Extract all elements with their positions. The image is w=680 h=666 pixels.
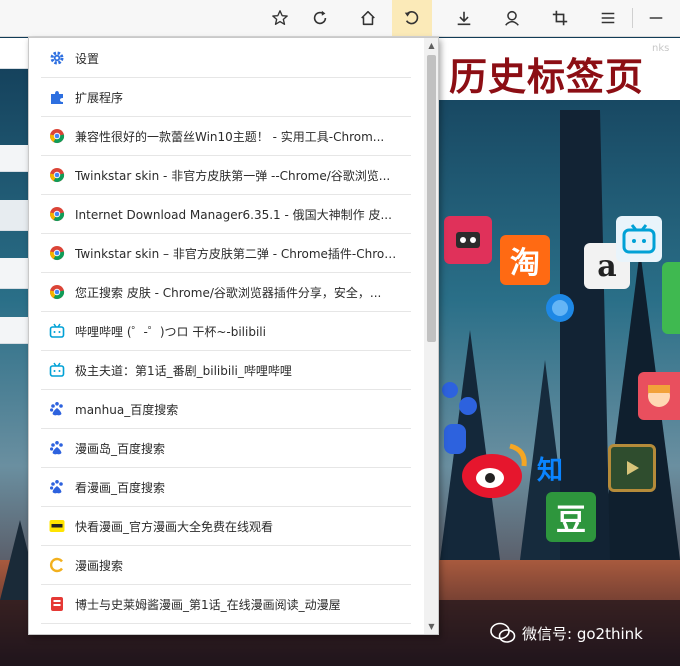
bilibili-app-icon[interactable] <box>616 216 662 262</box>
baidu-icon <box>49 440 65 456</box>
history-item[interactable]: Twinkstar skin - 非官方皮肤第一弹 --Chrome/谷歌浏览.… <box>41 156 411 195</box>
history-item[interactable]: 哔哩哔哩 (゜-゜)つロ 干杯~-bilibili <box>41 312 411 351</box>
chrome-icon <box>49 167 65 183</box>
minimize-icon <box>649 17 663 19</box>
puzzle-icon <box>49 89 65 105</box>
menu-item-settings[interactable]: 设置 <box>41 39 411 78</box>
history-item[interactable]: manhua_百度搜索 <box>41 390 411 429</box>
refresh-button[interactable] <box>300 0 340 36</box>
menu-item-extensions[interactable]: 扩展程序 <box>41 78 411 117</box>
menu-item-label: 设置 <box>75 51 100 66</box>
home-button[interactable] <box>348 0 388 36</box>
history-icon <box>404 11 419 25</box>
zhihu-app-icon[interactable]: 知 <box>530 448 570 488</box>
menu-item-label: 兼容性很好的一款蕾丝Win10主题！ - 实用工具-Chrom... <box>75 129 385 144</box>
account-button[interactable] <box>492 0 532 36</box>
douban-app-icon[interactable]: 豆 <box>546 492 596 542</box>
menu-item-label: 哔哩哔哩 (゜-゜)つロ 干杯~-bilibili <box>75 324 266 339</box>
history-button[interactable] <box>392 0 432 36</box>
chrome-icon <box>49 284 65 300</box>
chrome-icon <box>49 128 65 144</box>
star-button[interactable] <box>260 0 300 36</box>
bilibili-icon <box>49 323 65 339</box>
kuaikan-icon <box>49 518 65 534</box>
faint-text: nks <box>652 43 670 54</box>
crop-button[interactable] <box>540 0 580 36</box>
page-strip <box>0 200 28 231</box>
user-icon <box>505 10 519 26</box>
tmall-app-icon[interactable] <box>444 216 492 264</box>
search-c-icon <box>49 557 65 573</box>
anime-app-icon[interactable] <box>638 372 680 420</box>
download-button[interactable] <box>444 0 484 36</box>
wechat-watermark: 微信号: go2think <box>490 622 643 644</box>
baidu-icon <box>49 479 65 495</box>
wechat-icon <box>490 622 516 643</box>
star-icon <box>272 10 288 25</box>
chrome-icon <box>49 245 65 261</box>
scroll-up-arrow-icon[interactable]: ▲ <box>424 38 438 53</box>
history-item[interactable]: 看漫画_百度搜索 <box>41 468 411 507</box>
menu-item-label: Twinkstar skin - 非官方皮肤第一弹 --Chrome/谷歌浏览.… <box>75 168 391 183</box>
toolbar-separator <box>632 8 633 28</box>
bilibili-icon <box>49 362 65 378</box>
menu-item-label: manhua_百度搜索 <box>75 402 179 417</box>
history-item[interactable]: 您正搜索 皮肤 - Chrome/谷歌浏览器插件分享，安全，... <box>41 273 411 312</box>
page-title: 历史标签页 <box>449 55 645 99</box>
browser-toolbar <box>0 0 680 37</box>
menu-item-label: 漫画搜索 <box>75 558 124 573</box>
weibo-app-icon[interactable] <box>458 436 534 504</box>
baidu-icon <box>49 401 65 417</box>
hamburger-icon <box>601 12 615 24</box>
history-dropdown-menu: 设置 扩展程序 兼容性很好的一款蕾丝Win10主题！ - 实用工具-Chrom.… <box>28 37 439 635</box>
scroll-thumb[interactable] <box>427 55 436 342</box>
page-strip <box>0 258 28 289</box>
chrome-icon <box>49 206 65 222</box>
menu-item-label: 快看漫画_官方漫画大全免费在线观看 <box>75 519 274 534</box>
download-icon <box>457 11 471 26</box>
green-app-icon[interactable] <box>662 262 680 334</box>
menu-item-label: 漫画岛_百度搜索 <box>75 441 166 456</box>
menu-button[interactable] <box>588 0 628 36</box>
taobao-app-icon[interactable]: 淘 <box>500 235 550 285</box>
menu-item-label: 看漫画_百度搜索 <box>75 480 166 495</box>
menu-item-label: 您正搜索 皮肤 - Chrome/谷歌浏览器插件分享，安全，... <box>75 285 382 300</box>
dmzj-icon <box>49 596 65 612</box>
page-strip <box>0 38 28 69</box>
menu-item-label: 极主夫道：第1话_番剧_bilibili_哔哩哔哩 <box>75 363 292 378</box>
page-strip <box>0 145 28 172</box>
crop-icon <box>552 10 568 26</box>
minimize-button[interactable] <box>636 0 676 36</box>
refresh-icon <box>313 10 327 25</box>
history-item[interactable]: 极主夫道：第1话_番剧_bilibili_哔哩哔哩 <box>41 351 411 390</box>
scroll-down-arrow-icon[interactable]: ▼ <box>424 619 438 634</box>
gear-icon <box>49 50 65 66</box>
history-item[interactable]: 漫画岛_百度搜索 <box>41 429 411 468</box>
menu-item-label: Twinkstar skin – 非官方皮肤第二弹 - Chrome插件-Chr… <box>75 246 405 261</box>
video-app-icon[interactable] <box>608 444 656 492</box>
menu-scrollbar[interactable]: ▲ ▼ <box>424 38 438 634</box>
history-item[interactable]: Twinkstar skin – 非官方皮肤第二弹 - Chrome插件-Chr… <box>41 234 411 273</box>
page-strip <box>0 317 28 344</box>
watermark-text: 微信号: go2think <box>522 624 643 643</box>
menu-item-label: 博士与史莱姆酱漫画_第1话_在线漫画阅读_动漫屋 <box>75 597 341 612</box>
bird-app-icon[interactable] <box>538 284 582 328</box>
history-item[interactable]: 兼容性很好的一款蕾丝Win10主题！ - 实用工具-Chrom... <box>41 117 411 156</box>
home-icon <box>361 10 375 26</box>
history-item[interactable]: 博士与史莱姆酱漫画_第1话_在线漫画阅读_动漫屋 <box>41 585 411 624</box>
menu-item-label: Internet Download Manager6.35.1 - 俄国大神制作… <box>75 207 392 222</box>
history-item[interactable]: 快看漫画_官方漫画大全免费在线观看 <box>41 507 411 546</box>
menu-item-label: 扩展程序 <box>75 90 124 105</box>
history-item[interactable]: Internet Download Manager6.35.1 - 俄国大神制作… <box>41 195 411 234</box>
history-item[interactable]: 漫画搜索 <box>41 546 411 585</box>
